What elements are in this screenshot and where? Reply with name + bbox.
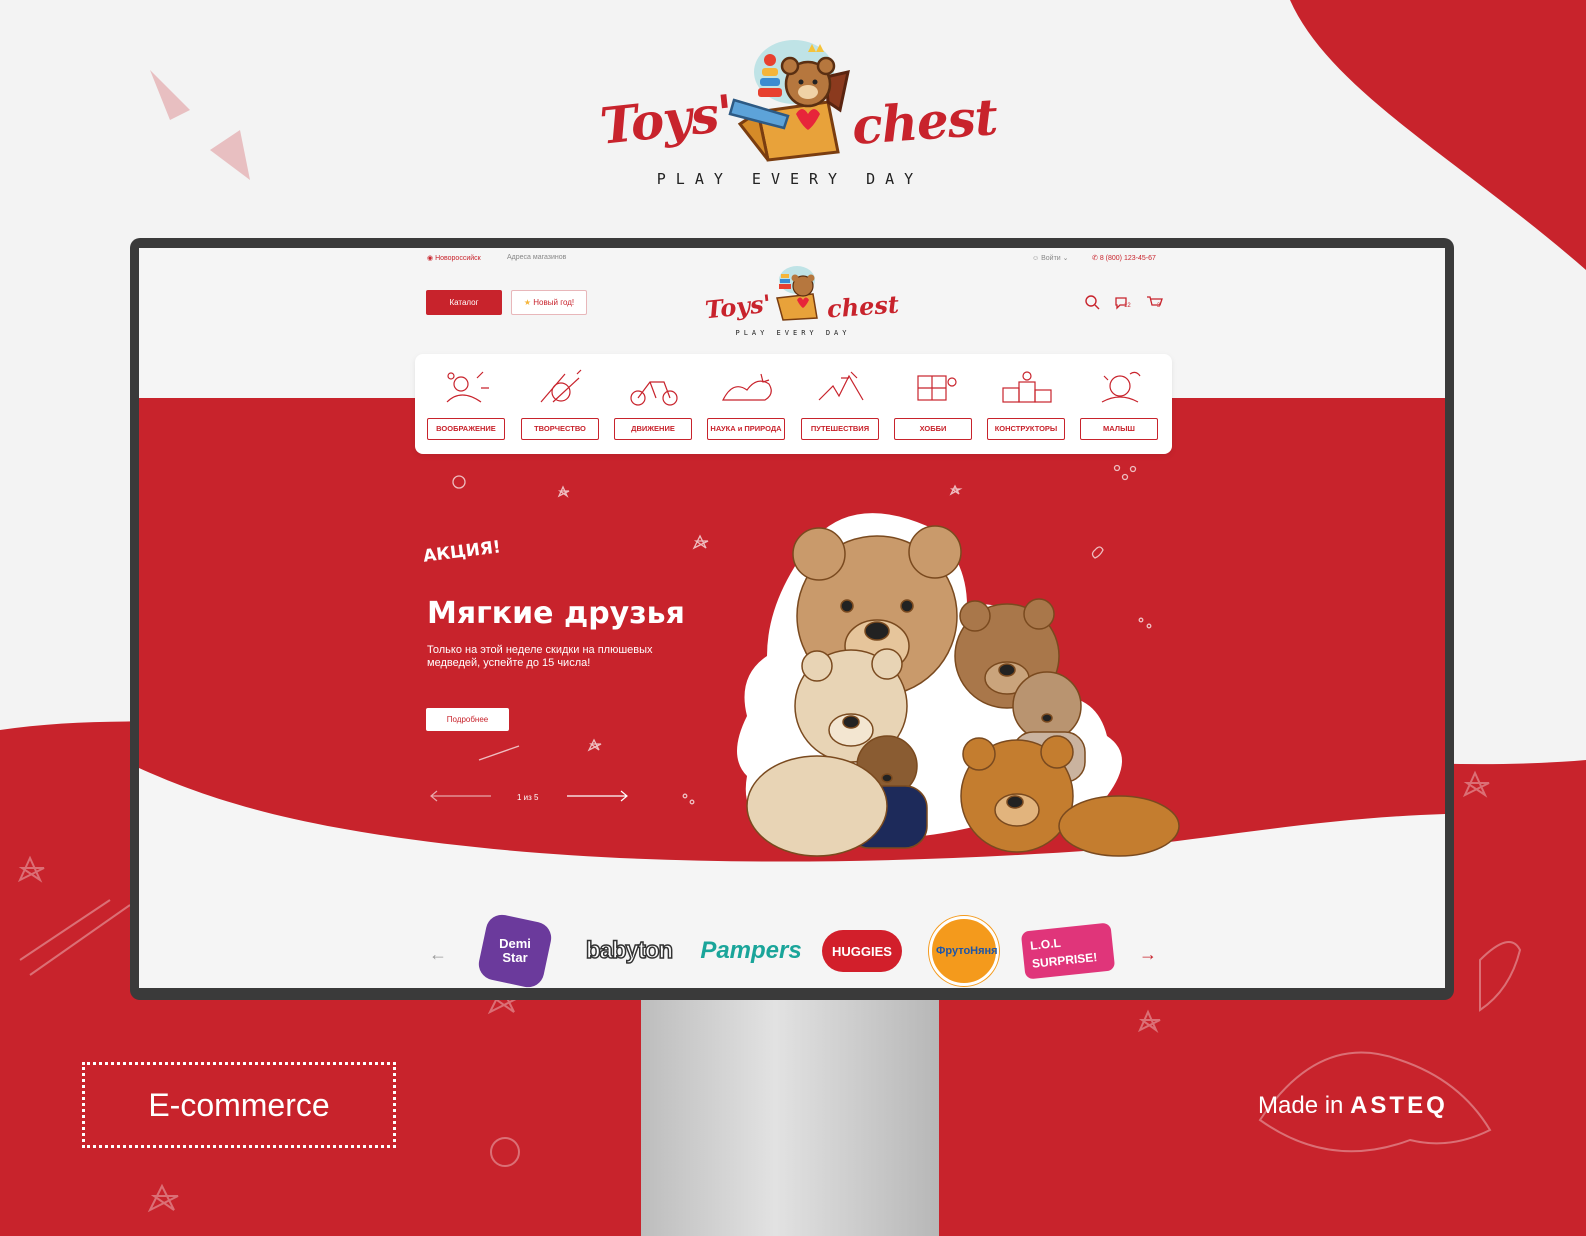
- brands-prev-icon[interactable]: ←: [429, 944, 447, 965]
- search-icon[interactable]: [1084, 294, 1102, 312]
- site-logo-mascot-icon: [776, 266, 818, 321]
- site-logo[interactable]: Toys' chest PLAY EVERY DAY: [699, 262, 900, 342]
- studio-name: ASTEQ: [1350, 1092, 1448, 1119]
- monitor: ◉ Новороссийск Адреса магазинов ☺ Войти …: [130, 238, 1454, 1000]
- brand-pampers[interactable]: Pampers: [700, 916, 802, 986]
- category-label: ВООБРАЖЕНИЕ: [427, 418, 505, 440]
- brand-demistar[interactable]: Demi Star: [475, 911, 555, 988]
- phone-icon: ✆: [1092, 255, 1098, 262]
- cart-count: 3: [1157, 303, 1161, 309]
- constructor-icon: [1002, 371, 1052, 403]
- brand-carousel: ← Demi Star babyton Pampers HUGGIES Фрут…: [419, 911, 1179, 988]
- category-baby[interactable]: МАЛЫШ: [1080, 368, 1160, 448]
- teddy-bears-image: [737, 513, 1180, 857]
- brand-word-chest: chest: [850, 87, 999, 156]
- site-logo-word-toys: Toys': [703, 288, 773, 325]
- category-constructor[interactable]: КОНСТРУКТОРЫ: [987, 368, 1067, 448]
- brand-name: Pampers: [700, 937, 802, 964]
- category-movement[interactable]: ДВИЖЕНИЕ: [614, 368, 694, 448]
- category-imagination[interactable]: ВООБРАЖЕНИЕ: [427, 368, 507, 448]
- more-details-button[interactable]: Подробнее: [426, 708, 509, 731]
- monitor-stand: [641, 1000, 939, 1236]
- catalog-button[interactable]: Каталог: [426, 290, 502, 315]
- brand-name: babyton: [585, 936, 674, 965]
- hobby-icon: [917, 375, 957, 401]
- city-label: Новороссийск: [435, 255, 481, 262]
- category-science[interactable]: НАУКА и ПРИРОДА: [707, 368, 787, 448]
- brand-babyton[interactable]: babyton: [574, 916, 684, 986]
- phone-number: 8 (800) 123-45-67: [1099, 255, 1156, 262]
- brand-tagline: PLAY EVERY DAY: [656, 170, 924, 188]
- creativity-icon: [540, 369, 582, 403]
- brands-next-icon[interactable]: →: [1139, 944, 1157, 965]
- travel-icon: [818, 371, 864, 401]
- arrow-left-icon[interactable]: [429, 790, 493, 802]
- favorites-icon[interactable]: 12: [1114, 294, 1132, 312]
- science-icon: [722, 373, 772, 401]
- brand-name: L.O.L SURPRISE!: [1029, 935, 1098, 971]
- category-label: НАУКА и ПРИРОДА: [707, 418, 785, 440]
- brand-name: HUGGIES: [832, 943, 892, 959]
- hero-description: Только на этой неделе скидки на плюшевых…: [427, 644, 653, 669]
- category-label: КОНСТРУКТОРЫ: [987, 418, 1065, 440]
- category-label: МАЛЫШ: [1080, 418, 1158, 440]
- header-actions: 12 3: [1084, 294, 1174, 314]
- new-year-button[interactable]: ★ Новый год!: [511, 290, 587, 315]
- category-label: ТВОРЧЕСТВО: [521, 418, 599, 440]
- phone-link[interactable]: ✆ 8 (800) 123-45-67: [1092, 254, 1156, 262]
- site-logo-tagline: PLAY EVERY DAY: [735, 329, 851, 337]
- favorites-count: 12: [1124, 303, 1131, 309]
- new-year-label: Новый год!: [533, 298, 575, 307]
- category-creativity[interactable]: ТВОРЧЕСТВО: [521, 368, 601, 448]
- star-icon: ★: [523, 298, 532, 307]
- category-label: ПУТЕШЕСТВИЯ: [801, 418, 879, 440]
- made-in-label: Made in ASTEQ: [1258, 1092, 1448, 1120]
- category-travel[interactable]: ПУТЕШЕСТВИЯ: [801, 368, 881, 448]
- city-selector[interactable]: ◉ Новороссийск: [427, 254, 481, 262]
- category-label: ДВИЖЕНИЕ: [614, 418, 692, 440]
- brand-frutonyanya[interactable]: ФрутоНяня: [924, 916, 1004, 986]
- user-icon: ☺: [1032, 255, 1040, 262]
- brand-huggies[interactable]: HUGGIES: [817, 916, 907, 986]
- login-link[interactable]: ☺ Войти ⌄: [1032, 254, 1069, 262]
- teddy-chest-mascot-icon: [728, 40, 850, 162]
- baby-icon: [1101, 371, 1141, 403]
- login-label: Войти: [1041, 255, 1061, 262]
- category-badge: E-commerce: [82, 1062, 396, 1148]
- cart-icon[interactable]: 3: [1146, 294, 1164, 312]
- store-addresses-link[interactable]: Адреса магазинов: [507, 254, 566, 261]
- slider-navigation: 1 из 5: [429, 788, 629, 804]
- brand-logo: Toys' chest PLAY EVERY DAY: [590, 30, 999, 200]
- brand-lol[interactable]: L.O.L SURPRISE!: [1020, 916, 1116, 986]
- category-hobby[interactable]: ХОББИ: [894, 368, 974, 448]
- brand-word-toys: Toys': [597, 83, 736, 156]
- movement-icon: [630, 381, 678, 406]
- imagination-icon: [446, 371, 489, 403]
- category-bar: ВООБРАЖЕНИЕ ТВОРЧЕСТВО ДВИЖЕНИЕ НАУКА и …: [415, 354, 1172, 454]
- site-logo-word-chest: chest: [826, 289, 900, 324]
- made-in-prefix: Made in: [1258, 1092, 1344, 1119]
- category-label: ХОББИ: [894, 418, 972, 440]
- arrow-right-icon[interactable]: [565, 790, 629, 802]
- website-screen: ◉ Новороссийск Адреса магазинов ☺ Войти …: [139, 248, 1445, 988]
- brand-name: Demi Star: [499, 936, 531, 965]
- slide-counter: 1 из 5: [517, 793, 539, 802]
- hero-title: Мягкие друзья: [427, 596, 685, 631]
- brand-name: ФрутоНяня: [936, 945, 998, 957]
